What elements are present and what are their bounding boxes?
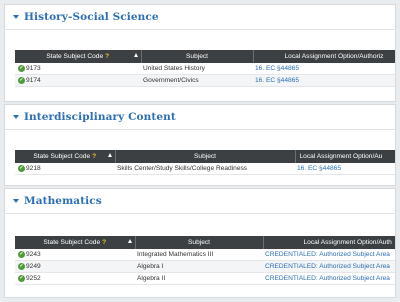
section-header[interactable]: History-Social Science bbox=[5, 5, 395, 30]
help-icon[interactable]: ? bbox=[105, 53, 109, 60]
help-icon[interactable]: ? bbox=[92, 153, 96, 160]
sort-asc-icon[interactable] bbox=[127, 239, 132, 243]
column-subject[interactable]: Subject bbox=[115, 150, 296, 163]
section-interdisciplinary-content: Interdisciplinary Content State Subject … bbox=[4, 104, 396, 186]
subject-code: 9249 bbox=[26, 262, 41, 270]
section-mathematics: Mathematics State Subject Code? Subject … bbox=[4, 188, 396, 298]
table-row: ✓ 9249 Algebra I CREDENTIALED: Authorized… bbox=[15, 260, 395, 273]
subject-code: 9243 bbox=[26, 250, 41, 258]
check-icon: ✓ bbox=[18, 64, 25, 72]
subject-name: Algebra II bbox=[135, 272, 263, 285]
subject-name: Government/Civics bbox=[141, 74, 253, 87]
column-local-assignment-option[interactable]: Local Assignment Option/Authoriz bbox=[253, 50, 395, 63]
subject-code: 9252 bbox=[26, 274, 41, 282]
sort-asc-icon[interactable] bbox=[133, 53, 138, 57]
table-history: State Subject Code? Subject Local Assign… bbox=[15, 50, 395, 87]
column-state-subject-code[interactable]: State Subject Code? bbox=[15, 50, 142, 63]
subject-name: United States History bbox=[141, 63, 253, 75]
assignment-option-link[interactable]: 16. EC §44865 bbox=[255, 77, 299, 84]
check-icon: ✓ bbox=[18, 164, 25, 172]
section-header[interactable]: Interdisciplinary Content bbox=[5, 105, 395, 130]
column-local-assignment-option[interactable]: Local Assignment Option/Au bbox=[295, 150, 395, 163]
check-icon: ✓ bbox=[18, 76, 25, 84]
column-state-subject-code[interactable]: State Subject Code? bbox=[15, 236, 136, 249]
check-icon: ✓ bbox=[18, 274, 25, 282]
table-interdisciplinary: State Subject Code? Subject Local Assign… bbox=[15, 150, 395, 175]
section-title: Mathematics bbox=[24, 195, 102, 207]
check-icon: ✓ bbox=[18, 250, 25, 258]
subject-code: 9218 bbox=[26, 164, 41, 172]
assignment-option-link[interactable]: CREDENTIALED: Authorized Subject Area bbox=[265, 263, 390, 270]
sort-asc-icon[interactable] bbox=[107, 153, 112, 157]
assignment-option-link[interactable]: 16. EC §44865 bbox=[255, 65, 299, 72]
subject-name: Integrated Mathematics III bbox=[135, 249, 263, 261]
subject-name: Algebra I bbox=[135, 260, 263, 273]
assignment-option-link[interactable]: CREDENTIALED: Authorized Subject Area bbox=[265, 275, 390, 282]
check-icon: ✓ bbox=[18, 262, 25, 270]
table-row: ✓ 9218 Skills Center/Study Skills/College… bbox=[15, 163, 395, 175]
column-subject[interactable]: Subject bbox=[141, 50, 254, 63]
assignment-option-link[interactable]: CREDENTIALED: Authorized Subject Area bbox=[265, 251, 390, 258]
caret-down-icon[interactable] bbox=[13, 115, 19, 119]
subject-name: Skills Center/Study Skills/College Readi… bbox=[115, 163, 295, 175]
help-icon[interactable]: ? bbox=[102, 239, 106, 246]
section-title: History-Social Science bbox=[24, 11, 159, 23]
subject-code: 9173 bbox=[26, 64, 41, 72]
section-header[interactable]: Mathematics bbox=[5, 189, 395, 214]
section-title: Interdisciplinary Content bbox=[24, 111, 176, 123]
column-local-assignment-option[interactable]: Local Assignment Option/Auth bbox=[263, 236, 395, 249]
section-history-social-science: History-Social Science State Subject Cod… bbox=[4, 4, 396, 102]
column-subject[interactable]: Subject bbox=[135, 236, 264, 249]
table-row: ✓ 9252 Algebra II CREDENTIALED: Authorize… bbox=[15, 272, 395, 285]
table-row: ✓ 9173 United States History 16. EC §4486… bbox=[15, 63, 395, 75]
subject-code: 9174 bbox=[26, 76, 41, 84]
column-state-subject-code[interactable]: State Subject Code? bbox=[15, 150, 116, 163]
table-row: ✓ 9174 Government/Civics 16. EC §44865 bbox=[15, 74, 395, 87]
assignment-option-link[interactable]: 16. EC §44865 bbox=[297, 165, 341, 172]
caret-down-icon[interactable] bbox=[13, 15, 19, 19]
caret-down-icon[interactable] bbox=[13, 199, 19, 203]
table-row: ✓ 9243 Integrated Mathematics III CREDENT… bbox=[15, 249, 395, 261]
table-mathematics: State Subject Code? Subject Local Assign… bbox=[15, 236, 395, 285]
